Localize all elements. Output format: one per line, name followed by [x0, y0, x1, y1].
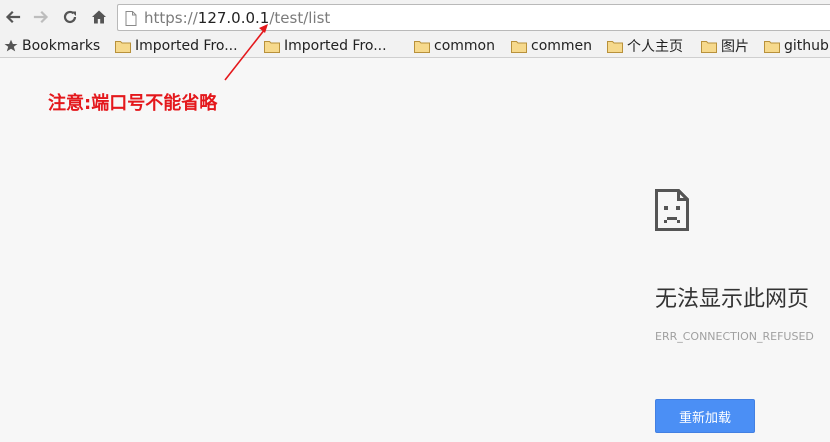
bookmark-folder-imported-2[interactable]: Imported Fro...	[264, 36, 387, 56]
bookmark-folder-images[interactable]: 图片	[701, 36, 749, 56]
reload-icon	[63, 10, 77, 24]
folder-icon	[511, 40, 527, 53]
bookmark-label: Imported Fro...	[284, 38, 387, 54]
bookmark-folder-github[interactable]: github	[764, 36, 829, 56]
back-arrow-icon	[5, 10, 21, 24]
folder-icon	[115, 40, 131, 53]
bookmark-label: github	[784, 38, 829, 54]
back-button[interactable]	[2, 5, 24, 29]
home-button[interactable]	[88, 5, 110, 29]
bookmark-folder-homepage[interactable]: 个人主页	[607, 36, 683, 56]
forward-arrow-icon	[33, 10, 49, 24]
bookmarks-menu[interactable]: Bookmarks	[4, 36, 100, 56]
bookmarks-bar: Bookmarks Imported Fro... Imported Fro..…	[0, 34, 830, 58]
home-icon	[92, 10, 106, 24]
folder-icon	[701, 40, 717, 53]
address-bar[interactable]: https://127.0.0.1/test/list	[117, 4, 830, 31]
bookmark-folder-commen[interactable]: commen	[511, 36, 592, 56]
url-text: https://127.0.0.1/test/list	[144, 9, 330, 27]
folder-icon	[414, 40, 430, 53]
folder-icon	[764, 40, 780, 53]
bookmark-label: 个人主页	[627, 39, 683, 55]
bookmark-folder-common[interactable]: common	[414, 36, 495, 56]
url-scheme: https://	[144, 9, 198, 27]
sad-page-icon	[655, 189, 689, 231]
forward-button[interactable]	[30, 5, 52, 29]
page-icon	[125, 11, 137, 26]
browser-toolbar: https://127.0.0.1/test/list	[0, 0, 830, 34]
bookmark-label: 图片	[721, 39, 749, 55]
bookmarks-label: Bookmarks	[22, 38, 101, 54]
bookmark-label: Imported Fro...	[135, 38, 238, 54]
url-host: 127.0.0.1	[197, 9, 270, 27]
bookmark-label: common	[434, 38, 495, 54]
reload-button[interactable]	[59, 5, 81, 29]
folder-icon	[607, 40, 623, 53]
reload-page-button[interactable]: 重新加载	[655, 399, 755, 433]
url-path: /test/list	[269, 9, 331, 27]
bookmark-folder-imported-1[interactable]: Imported Fro...	[115, 36, 238, 56]
folder-icon	[264, 40, 280, 53]
star-icon	[4, 39, 18, 52]
annotation-arrow	[224, 24, 268, 81]
annotation-note: 注意:端口号不能省略	[48, 93, 218, 114]
error-title: 无法显示此网页	[655, 287, 810, 312]
error-code: ERR_CONNECTION_REFUSED	[655, 330, 814, 343]
bookmark-label: commen	[531, 38, 593, 54]
